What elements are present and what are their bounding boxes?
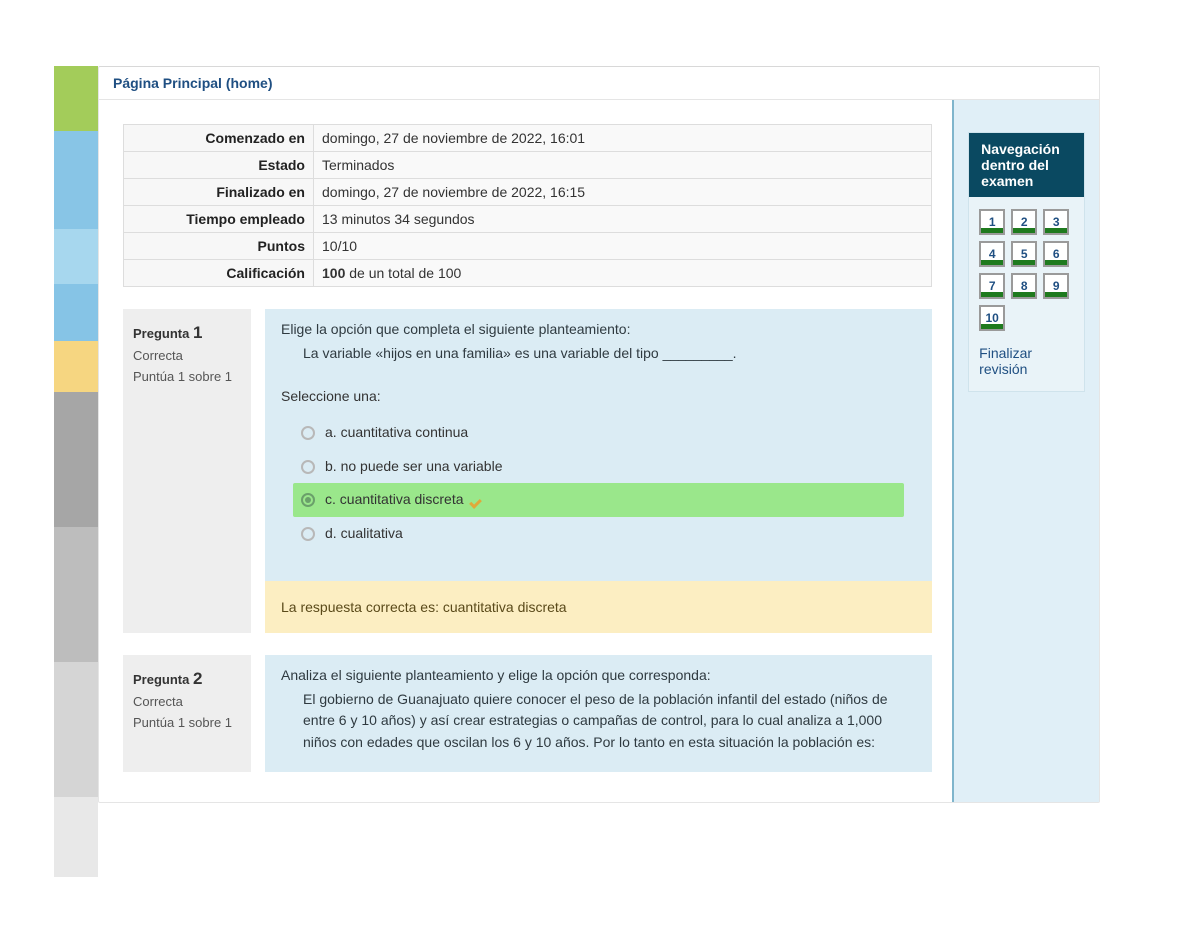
nav-title: Navegación dentro del examen [969, 133, 1084, 197]
nav-question-link[interactable]: 6 [1043, 241, 1069, 267]
select-one-label: Seleccione una: [281, 386, 916, 408]
table-row: EstadoTerminados [124, 152, 932, 179]
question-info: Pregunta 1 Correcta Puntúa 1 sobre 1 [123, 309, 251, 633]
radio-empty-icon [301, 527, 315, 541]
question-text: Elige la opción que completa el siguient… [281, 319, 916, 341]
question-state: Correcta [133, 692, 241, 713]
nav-question-link[interactable]: 5 [1011, 241, 1037, 267]
option-letter: a. [325, 422, 337, 444]
nav-grid: 1 2 3 4 5 6 7 8 9 10 [979, 209, 1074, 331]
summary-label: Tiempo empleado [124, 206, 314, 233]
summary-label: Finalizado en [124, 179, 314, 206]
nav-question-link[interactable]: 4 [979, 241, 1005, 267]
check-icon [470, 492, 486, 508]
option-letter: d. [325, 523, 337, 545]
table-row: Comenzado endomingo, 27 de noviembre de … [124, 125, 932, 152]
question-block: Pregunta 1 Correcta Puntúa 1 sobre 1 Eli… [123, 309, 932, 633]
summary-label: Estado [124, 152, 314, 179]
summary-value: 100 de un total de 100 [314, 260, 932, 287]
summary-label: Calificación [124, 260, 314, 287]
nav-question-link[interactable]: 1 [979, 209, 1005, 235]
nav-question-link[interactable]: 8 [1011, 273, 1037, 299]
quiz-navigation-panel: Navegación dentro del examen 1 2 3 4 5 6… [968, 132, 1085, 392]
summary-label: Puntos [124, 233, 314, 260]
nav-question-link[interactable]: 2 [1011, 209, 1037, 235]
nav-question-link[interactable]: 10 [979, 305, 1005, 331]
summary-value: domingo, 27 de noviembre de 2022, 16:15 [314, 179, 932, 206]
radio-empty-icon [301, 426, 315, 440]
table-row: Finalizado endomingo, 27 de noviembre de… [124, 179, 932, 206]
question-text-indent: La variable «hijos en una familia» es un… [303, 343, 916, 365]
question-grade: Puntúa 1 sobre 1 [133, 713, 241, 734]
question-info: Pregunta 2 Correcta Puntúa 1 sobre 1 [123, 655, 251, 772]
answer-option[interactable]: b. no puede ser una variable [293, 450, 904, 484]
question-text: Analiza el siguiente planteamiento y eli… [281, 665, 916, 687]
question-state: Correcta [133, 346, 241, 367]
summary-label: Comenzado en [124, 125, 314, 152]
option-letter: b. [325, 456, 337, 478]
question-feedback: La respuesta correcta es: cuantitativa d… [265, 581, 932, 633]
answer-option-correct[interactable]: c. cuantitativa discreta [293, 483, 904, 517]
question-grade: Puntúa 1 sobre 1 [133, 367, 241, 388]
decorative-side-bars [54, 66, 98, 877]
breadcrumb: Página Principal (home) [99, 67, 1099, 100]
summary-value: 13 minutos 34 segundos [314, 206, 932, 233]
summary-value: 10/10 [314, 233, 932, 260]
breadcrumb-home-link[interactable]: Página Principal (home) [113, 75, 272, 91]
option-text: no puede ser una variable [341, 456, 503, 478]
option-letter: c. [325, 489, 336, 511]
option-text: cualitativa [341, 523, 403, 545]
radio-empty-icon [301, 460, 315, 474]
answer-option[interactable]: d. cualitativa [293, 517, 904, 551]
summary-value: domingo, 27 de noviembre de 2022, 16:01 [314, 125, 932, 152]
table-row: Calificación100 de un total de 100 [124, 260, 932, 287]
table-row: Tiempo empleado13 minutos 34 segundos [124, 206, 932, 233]
answer-option[interactable]: a. cuantitativa continua [293, 416, 904, 450]
radio-checked-icon [301, 493, 315, 507]
nav-question-link[interactable]: 9 [1043, 273, 1069, 299]
finish-review-link[interactable]: Finalizar revisión [979, 345, 1074, 377]
option-text: cuantitativa discreta [340, 489, 464, 511]
nav-question-link[interactable]: 3 [1043, 209, 1069, 235]
summary-value: Terminados [314, 152, 932, 179]
nav-question-link[interactable]: 7 [979, 273, 1005, 299]
table-row: Puntos10/10 [124, 233, 932, 260]
summary-table: Comenzado endomingo, 27 de noviembre de … [123, 124, 932, 287]
question-text-indent: El gobierno de Guanajuato quiere conocer… [303, 689, 916, 754]
question-block: Pregunta 2 Correcta Puntúa 1 sobre 1 Ana… [123, 655, 932, 772]
option-text: cuantitativa continua [341, 422, 469, 444]
